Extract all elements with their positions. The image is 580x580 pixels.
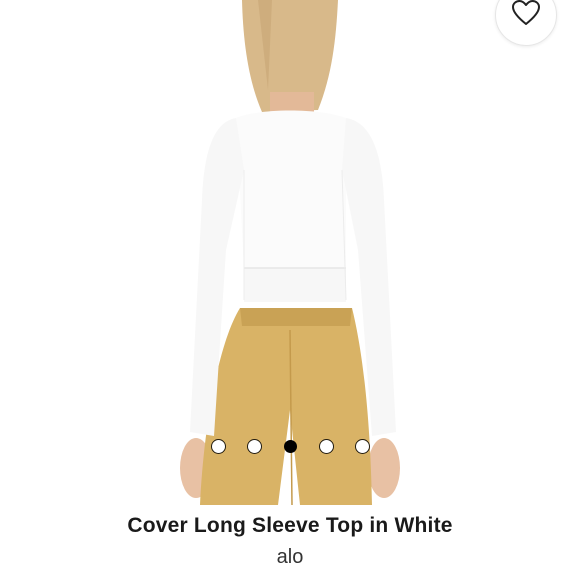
product-title: Cover Long Sleeve Top in White <box>127 514 453 537</box>
carousel-dot-1[interactable] <box>211 440 225 453</box>
heart-outline-icon <box>512 0 540 31</box>
model-photo <box>180 0 400 505</box>
carousel-dot-2[interactable] <box>247 440 261 453</box>
image-carousel-dots <box>0 440 580 453</box>
carousel-dot-4[interactable] <box>319 440 333 453</box>
brand-name[interactable]: alo <box>0 546 580 569</box>
product-image[interactable] <box>0 0 580 505</box>
carousel-dot-3[interactable] <box>283 440 297 453</box>
carousel-dot-5[interactable] <box>355 440 369 453</box>
